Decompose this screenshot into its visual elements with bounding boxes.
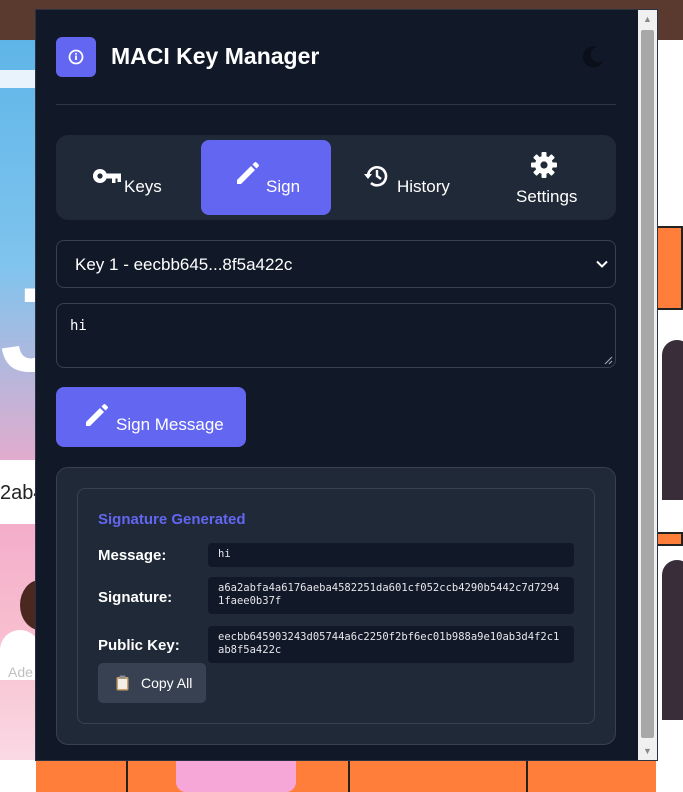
tab-sign-label: Sign bbox=[266, 177, 301, 196]
app-title: MACI Key Manager bbox=[111, 43, 320, 69]
public-key-label: Public Key: bbox=[98, 637, 180, 654]
message-label: Message: bbox=[98, 547, 167, 564]
tab-keys[interactable]: Keys bbox=[66, 140, 196, 215]
history-icon bbox=[364, 166, 388, 187]
moon-icon bbox=[582, 46, 604, 68]
sign-message-button[interactable]: Sign Message bbox=[56, 387, 246, 447]
signature-result-card: Signature Generated Message: hi Signatur… bbox=[77, 488, 595, 724]
pencil-icon bbox=[237, 162, 259, 184]
scrollbar-thumb[interactable] bbox=[641, 30, 654, 738]
clipboard-icon bbox=[116, 675, 129, 691]
info-circle-icon bbox=[68, 49, 84, 65]
header: MACI Key Manager bbox=[56, 37, 616, 77]
tab-settings[interactable]: Settings bbox=[476, 140, 606, 215]
signature-value: a6a2abfa4a6176aeba4582251da601cf052ccb42… bbox=[208, 577, 574, 614]
background-bottom-strip bbox=[36, 760, 656, 792]
chevron-down-icon bbox=[596, 260, 608, 268]
background-card: 2ab4 bbox=[0, 460, 45, 524]
tab-history-label: History bbox=[397, 177, 450, 196]
tab-bar: Keys Sign History Settings bbox=[56, 135, 616, 220]
tab-keys-label: Keys bbox=[124, 177, 162, 196]
message-textarea-value: hi bbox=[70, 318, 87, 334]
theme-toggle-button[interactable] bbox=[578, 43, 606, 71]
signature-label: Signature: bbox=[98, 589, 173, 606]
key-select-value: Key 1 - eecbb645...8f5a422c bbox=[75, 255, 293, 274]
message-textarea[interactable]: hi bbox=[56, 303, 616, 368]
signature-result-title: Signature Generated bbox=[98, 511, 246, 528]
key-icon bbox=[93, 169, 121, 183]
tab-settings-label: Settings bbox=[516, 187, 578, 206]
pencil-icon bbox=[86, 404, 108, 426]
message-value: hi bbox=[208, 543, 574, 567]
tab-history[interactable]: History bbox=[336, 140, 466, 215]
background-left-strip: J 2ab4 Ade bbox=[0, 40, 67, 792]
background-cloud-text: Ade bbox=[8, 664, 33, 680]
copy-all-label: Copy All bbox=[141, 675, 193, 691]
copy-all-button[interactable]: Copy All bbox=[98, 663, 206, 703]
resize-grip-icon[interactable] bbox=[603, 355, 613, 365]
public-key-value: eecbb645903243d05744a6c2250f2bf6ec01b988… bbox=[208, 626, 574, 663]
popup-scrollbar[interactable]: ▲ ▼ bbox=[638, 10, 657, 760]
tab-sign[interactable]: Sign bbox=[201, 140, 331, 215]
gear-icon bbox=[531, 152, 557, 178]
header-divider bbox=[56, 104, 616, 105]
signature-result-panel: Signature Generated Message: hi Signatur… bbox=[56, 467, 616, 745]
background-right-strip bbox=[656, 40, 683, 792]
scroll-up-arrow[interactable]: ▲ bbox=[638, 10, 657, 28]
app-logo bbox=[56, 37, 96, 77]
sign-message-label: Sign Message bbox=[116, 415, 224, 434]
key-select[interactable]: Key 1 - eecbb645...8f5a422c bbox=[56, 240, 616, 288]
scroll-down-arrow[interactable]: ▼ bbox=[638, 742, 657, 760]
extension-popup: MACI Key Manager Keys Sign History Setti… bbox=[36, 10, 657, 760]
